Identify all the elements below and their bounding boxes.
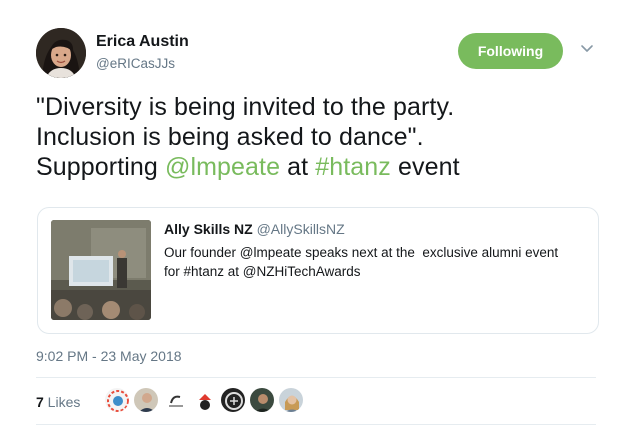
tweet-text-line-3: Supporting @lmpeate at #htanz event [36,152,616,182]
text-event: event [390,153,460,181]
tweet-text-line-1: "Diversity is being invited to the party… [36,93,455,121]
author-name[interactable]: Erica Austin [96,33,189,51]
tweet-timestamp[interactable]: 9:02 PM - 23 May 2018 [36,348,182,364]
likes-count[interactable]: 7 Likes [36,394,80,410]
hashtag-link[interactable]: #htanz [315,153,391,181]
text-supporting: Supporting [36,153,165,181]
quoted-author-name: Ally Skills NZ [164,221,253,237]
divider [36,377,596,378]
text-at: at [280,153,316,181]
likers-avatars [104,387,307,413]
liker-avatar-2[interactable] [133,387,159,413]
likes-label: Likes [43,394,81,410]
liker-avatar-5[interactable] [220,387,246,413]
liker-avatar-4[interactable] [191,387,217,413]
quoted-tweet-image [51,220,151,320]
tweet-text: "Diversity is being invited to the party… [36,92,616,182]
quoted-tweet-author[interactable]: Ally Skills NZ @AllySkillsNZ [164,221,345,237]
liker-avatar-7[interactable] [278,387,304,413]
author-handle[interactable]: @eRICasJJs [96,56,175,71]
tweet-text-line-2: Inclusion is being asked to dance". [36,123,424,151]
author-avatar[interactable] [36,28,86,78]
liker-avatar-3[interactable] [162,387,188,413]
chevron-down-icon[interactable] [580,44,594,54]
divider [36,424,596,425]
liker-avatar-6[interactable] [249,387,275,413]
mention-link[interactable]: @lmpeate [165,153,280,181]
quoted-tweet-card[interactable]: Ally Skills NZ @AllySkillsNZ Our founder… [37,207,599,334]
liker-avatar-1[interactable] [104,387,130,413]
likes-number: 7 [36,394,44,410]
quoted-author-handle: @AllySkillsNZ [256,221,345,237]
quoted-tweet-text: Our founder @lmpeate speaks next at the … [164,243,584,281]
quoted-text-line-1: Our founder @lmpeate speaks next at the … [164,245,559,260]
quoted-text-line-2: for #htanz at @NZHiTechAwards [164,264,361,279]
following-button[interactable]: Following [458,33,563,69]
